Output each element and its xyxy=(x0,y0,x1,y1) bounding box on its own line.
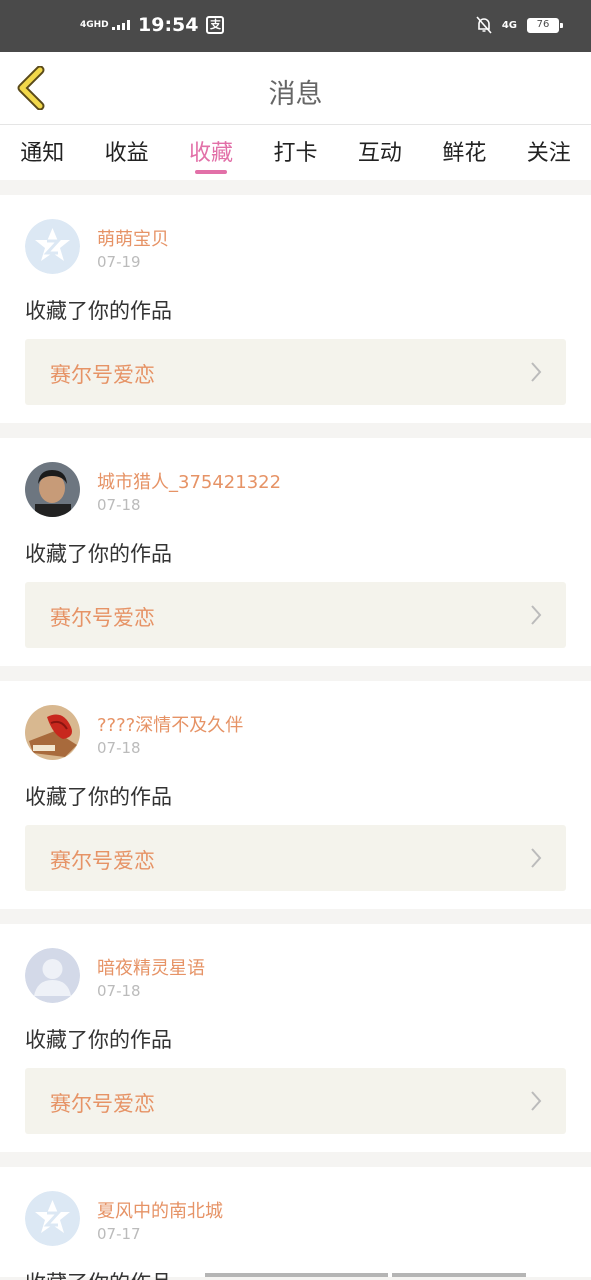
tab-following[interactable]: 关注 xyxy=(507,125,591,180)
battery-icon: 76 xyxy=(527,17,563,33)
action-text: 收藏了你的作品 xyxy=(25,542,172,566)
work-link[interactable]: 赛尔号爱恋 xyxy=(25,825,566,891)
scroll-indicator xyxy=(205,1273,526,1277)
tab-interaction[interactable]: 互动 xyxy=(338,125,422,180)
page-title: 消息 xyxy=(268,79,323,110)
status-time: 19:54 xyxy=(138,14,199,36)
chevron-right-icon xyxy=(531,362,542,382)
silent-bell-icon xyxy=(476,16,492,34)
notification-date: 07-18 xyxy=(97,496,141,514)
favorite-notification-card: 城市猎人_375421322 07-18 收藏了你的作品 赛尔号爱恋 xyxy=(0,438,591,666)
alipay-notification-icon: 支 xyxy=(206,16,225,34)
signal-icon xyxy=(112,20,130,30)
photo-avatar-flower-icon xyxy=(25,705,80,760)
default-star-avatar-icon xyxy=(25,219,80,274)
avatar[interactable] xyxy=(25,1191,80,1246)
favorite-notification-card: 萌萌宝贝 07-19 收藏了你的作品 赛尔号爱恋 xyxy=(0,195,591,423)
work-title: 赛尔号爱恋 xyxy=(50,1092,155,1116)
work-link[interactable]: 赛尔号爱恋 xyxy=(25,582,566,648)
avatar[interactable] xyxy=(25,219,80,274)
photo-avatar-person-icon xyxy=(25,462,80,517)
tab-earnings[interactable]: 收益 xyxy=(84,125,168,180)
network-type-label: 4GHD xyxy=(80,19,109,30)
avatar[interactable] xyxy=(25,462,80,517)
avatar[interactable] xyxy=(25,948,80,1003)
notification-date: 07-17 xyxy=(97,1225,141,1243)
battery-level: 76 xyxy=(536,18,550,30)
username[interactable]: 夏风中的南北城 xyxy=(97,1197,223,1223)
action-text: 收藏了你的作品 xyxy=(25,785,172,809)
action-text: 收藏了你的作品 xyxy=(25,1267,172,1280)
avatar[interactable] xyxy=(25,705,80,760)
action-text: 收藏了你的作品 xyxy=(25,1028,172,1052)
mobile-data-label: 4G xyxy=(501,19,517,31)
work-link[interactable]: 赛尔号爱恋 xyxy=(25,339,566,405)
favorite-notification-card: 暗夜精灵星语 07-18 收藏了你的作品 赛尔号爱恋 xyxy=(0,924,591,1152)
chevron-right-icon xyxy=(531,848,542,868)
default-person-avatar-icon xyxy=(25,948,80,1003)
work-title: 赛尔号爱恋 xyxy=(50,849,155,873)
username[interactable]: 城市猎人_375421322 xyxy=(97,468,281,494)
notification-date: 07-18 xyxy=(97,982,141,1000)
work-title: 赛尔号爱恋 xyxy=(50,363,155,387)
chevron-right-icon xyxy=(531,1091,542,1111)
notification-date: 07-19 xyxy=(97,253,141,271)
nav-bar: 消息 xyxy=(0,52,591,125)
tab-flowers[interactable]: 鲜花 xyxy=(422,125,506,180)
favorites-feed: 萌萌宝贝 07-19 收藏了你的作品 赛尔号爱恋 城市猎人_375421322 … xyxy=(0,195,591,1280)
notification-date: 07-18 xyxy=(97,739,141,757)
username[interactable]: 暗夜精灵星语 xyxy=(97,954,205,980)
chevron-right-icon xyxy=(531,605,542,625)
default-star-avatar-icon xyxy=(25,1191,80,1246)
action-text: 收藏了你的作品 xyxy=(25,299,172,323)
work-title: 赛尔号爱恋 xyxy=(50,606,155,630)
work-link[interactable]: 赛尔号爱恋 xyxy=(25,1068,566,1134)
username[interactable]: 萌萌宝贝 xyxy=(97,225,169,251)
tab-notifications[interactable]: 通知 xyxy=(0,125,84,180)
favorite-notification-card: ????深情不及久伴 07-18 收藏了你的作品 赛尔号爱恋 xyxy=(0,681,591,909)
tab-favorites[interactable]: 收藏 xyxy=(169,125,253,180)
tab-checkin[interactable]: 打卡 xyxy=(253,125,337,180)
tab-bar: 通知 收益 收藏 打卡 互动 鲜花 关注 xyxy=(0,125,591,180)
status-bar: 4GHD 19:54 支 4G 76 xyxy=(0,0,591,52)
favorite-notification-card: 夏风中的南北城 07-17 收藏了你的作品 xyxy=(0,1167,591,1280)
username[interactable]: ????深情不及久伴 xyxy=(97,711,243,737)
